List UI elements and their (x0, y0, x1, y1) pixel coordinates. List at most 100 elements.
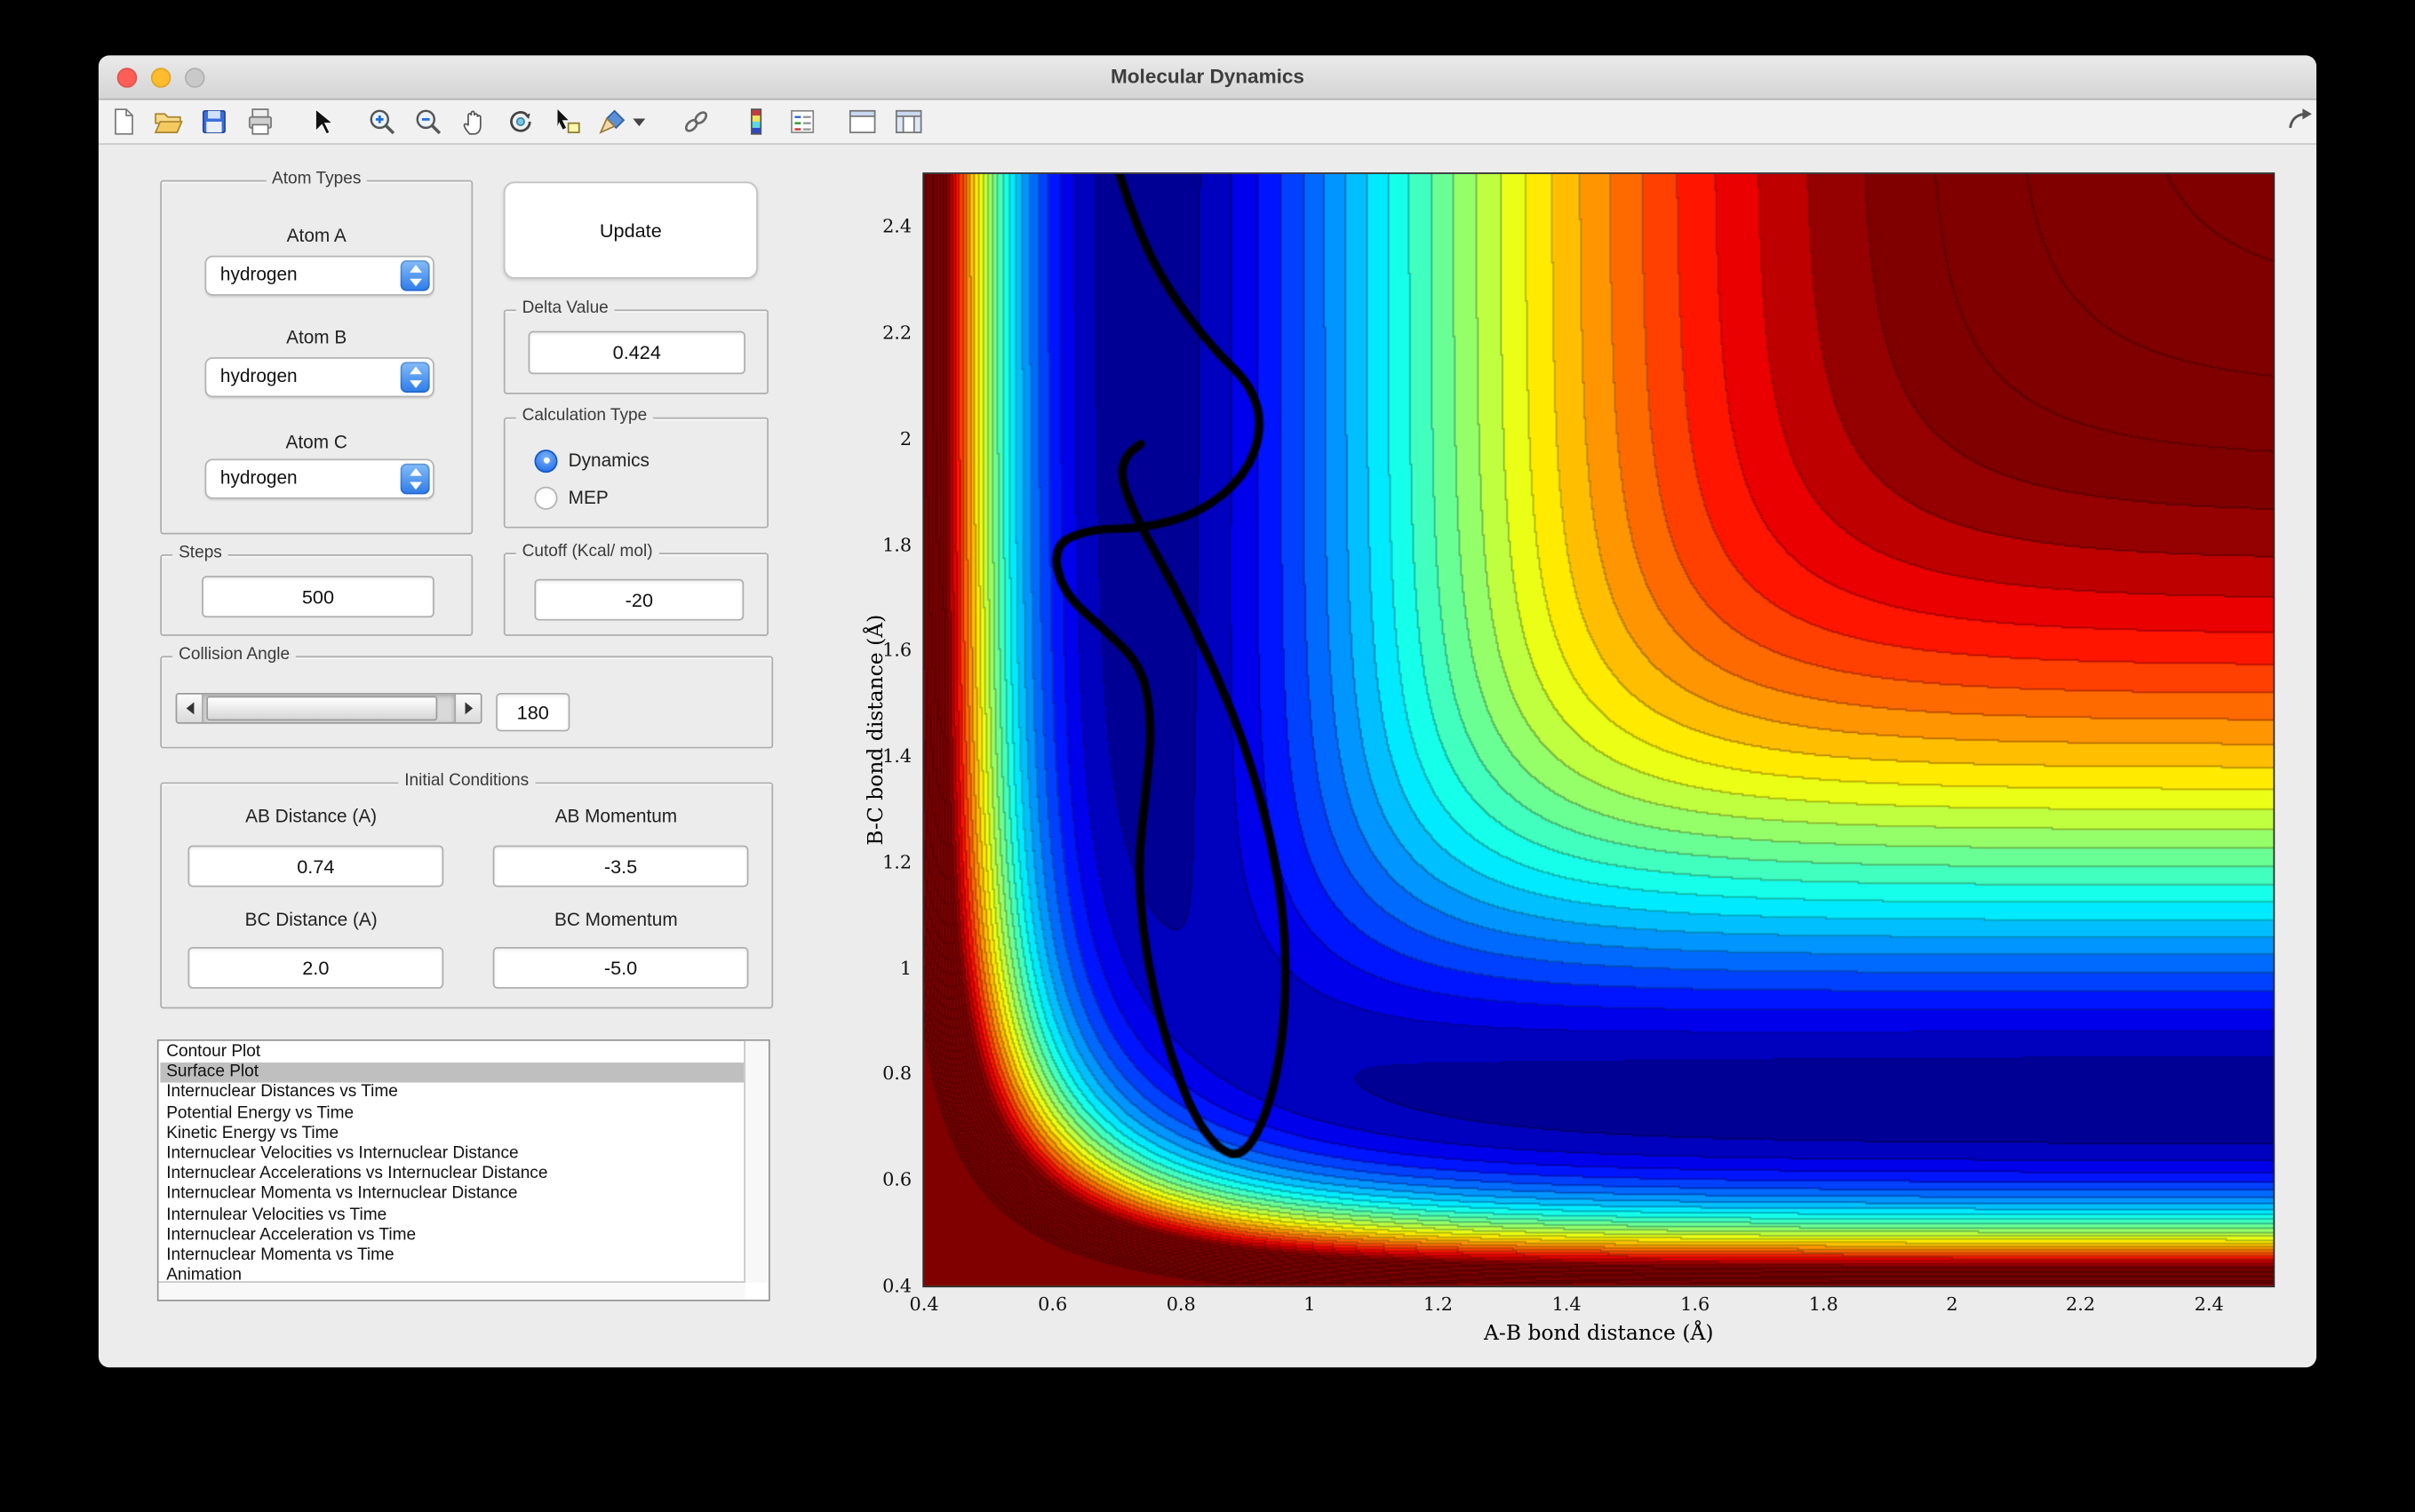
y-tick-label: 1 (844, 958, 912, 979)
radio-mep-label: MEP (569, 487, 609, 508)
calculation-type-title: Calculation Type (516, 407, 653, 426)
delta-value-title: Delta Value (516, 298, 615, 317)
atom-types-panel: Atom Types Atom A hydrogen Atom B hydrog… (160, 180, 473, 535)
list-item[interactable]: Internuclear Velocities vs Internuclear … (160, 1144, 744, 1165)
plot-type-listbox[interactable]: Contour Plot Surface Plot Internuclear D… (157, 1039, 770, 1301)
radio-mep[interactable]: MEP (534, 485, 608, 510)
pes-contour-plot-canvas[interactable] (924, 174, 2273, 1286)
popup-stepper-icon (401, 362, 430, 393)
radio-dynamics-icon[interactable] (534, 449, 557, 472)
ab-distance-field[interactable] (187, 846, 443, 887)
list-item[interactable]: Internuclear Momenta vs Internuclear Dis… (160, 1185, 744, 1206)
brush-icon[interactable] (596, 105, 630, 139)
dock-figure-icon[interactable] (2284, 105, 2316, 139)
screen-background: Molecular Dynamics (0, 0, 2415, 1512)
list-item[interactable]: Internuclear Momenta vs Time (160, 1245, 744, 1266)
y-tick-label: 2 (844, 428, 912, 450)
plot-type-list-items: Contour Plot Surface Plot Internuclear D… (160, 1043, 744, 1282)
show-plot-tools-icon[interactable] (892, 105, 926, 139)
hide-plot-tools-icon[interactable] (846, 105, 880, 139)
slider-right-arrow[interactable] (454, 695, 480, 722)
figure-toolbar (99, 100, 2316, 145)
radio-mep-icon[interactable] (534, 486, 557, 509)
atom-c-value: hydrogen (220, 466, 298, 488)
cutoff-panel: Cutoff (Kcal/ mol) (504, 553, 769, 636)
atom-a-dropdown[interactable]: hydrogen (205, 256, 434, 296)
list-item[interactable]: Internuclear Accelerations vs Internucle… (160, 1165, 744, 1185)
radio-dynamics[interactable]: Dynamics (534, 448, 649, 473)
bc-momentum-field[interactable] (493, 947, 749, 989)
popup-stepper-icon (401, 260, 430, 291)
x-tick-label: 1 (1303, 1293, 1315, 1315)
atom-a-value: hydrogen (220, 263, 298, 284)
stage: Molecular Dynamics (0, 0, 2415, 1512)
atom-b-label: Atom B (162, 326, 471, 347)
list-item[interactable]: Internuclear Distances vs Time (160, 1083, 744, 1103)
bc-momentum-label: BC Momentum (493, 909, 739, 930)
list-item[interactable]: Kinetic Energy vs Time (160, 1124, 744, 1144)
atom-b-dropdown[interactable]: hydrogen (205, 357, 434, 397)
titlebar[interactable]: Molecular Dynamics (99, 55, 2316, 99)
collision-angle-panel: Collision Angle (160, 656, 773, 748)
x-tick-label: 0.6 (1038, 1293, 1067, 1315)
link-plot-icon[interactable] (679, 105, 713, 139)
zoom-in-icon[interactable] (365, 105, 399, 139)
steps-field[interactable] (202, 576, 434, 617)
list-item[interactable]: Contour Plot (160, 1043, 744, 1063)
radio-dynamics-label: Dynamics (569, 450, 650, 471)
list-item[interactable]: Surface Plot (160, 1062, 744, 1083)
collision-angle-slider[interactable] (176, 693, 482, 724)
x-tick-label: 0.8 (1167, 1293, 1196, 1315)
slider-track[interactable] (203, 695, 455, 722)
cutoff-field[interactable] (534, 579, 744, 621)
collision-angle-title: Collision Angle (172, 645, 296, 664)
steps-panel: Steps (160, 554, 473, 636)
delta-value-panel: Delta Value (504, 309, 769, 394)
listbox-vertical-scrollbar[interactable] (744, 1041, 769, 1283)
window-title: Molecular Dynamics (99, 55, 2316, 99)
x-tick-label: 2 (1946, 1293, 1957, 1315)
zoom-out-icon[interactable] (411, 105, 445, 139)
x-tick-label: 0.4 (909, 1293, 938, 1315)
slider-thumb[interactable] (206, 696, 437, 720)
popup-stepper-icon (401, 464, 430, 495)
x-tick-label: 2.2 (2066, 1293, 2095, 1315)
collision-angle-field[interactable] (496, 693, 570, 731)
edit-plot-pointer-icon[interactable] (305, 105, 339, 139)
list-item[interactable]: Animation (160, 1266, 744, 1281)
insert-legend-icon[interactable] (785, 105, 819, 139)
insert-colorbar-icon[interactable] (739, 105, 773, 139)
ab-momentum-field[interactable] (493, 846, 749, 887)
delta-value-field[interactable] (529, 331, 745, 375)
rotate-3d-icon[interactable] (504, 105, 538, 139)
list-item[interactable]: Internulear Velocities vs Time (160, 1205, 744, 1225)
print-icon[interactable] (243, 105, 277, 139)
initial-conditions-title: Initial Conditions (398, 771, 535, 790)
y-tick-label: 0.4 (844, 1275, 912, 1296)
pan-hand-icon[interactable] (458, 105, 491, 139)
x-axis-ticks: 0.40.60.811.21.41.61.822.22.4 (924, 1293, 2273, 1318)
ab-momentum-label: AB Momentum (493, 806, 739, 827)
x-tick-label: 1.4 (1552, 1293, 1582, 1315)
listbox-horizontal-scrollbar[interactable] (159, 1281, 745, 1300)
cutoff-title: Cutoff (Kcal/ mol) (516, 542, 659, 561)
y-tick-label: 0.8 (844, 1063, 912, 1085)
initial-conditions-panel: Initial Conditions AB Distance (A) AB Mo… (160, 783, 773, 1009)
data-cursor-icon[interactable] (550, 105, 584, 139)
open-file-icon[interactable] (151, 105, 185, 139)
y-tick-label: 1.2 (844, 851, 912, 872)
bc-distance-field[interactable] (187, 947, 443, 989)
x-axis-label: A-B bond distance (Å) (1484, 1321, 1713, 1346)
atom-a-label: Atom A (162, 225, 471, 246)
brush-dropdown-icon[interactable] (633, 118, 645, 126)
list-item[interactable]: Potential Energy vs Time (160, 1103, 744, 1124)
list-item[interactable]: Internuclear Acceleration vs Time (160, 1225, 744, 1245)
bc-distance-label: BC Distance (A) (187, 909, 434, 930)
x-tick-label: 1.2 (1423, 1293, 1453, 1315)
update-button[interactable]: Update (504, 182, 758, 279)
slider-left-arrow[interactable] (177, 695, 203, 722)
atom-c-dropdown[interactable]: hydrogen (205, 459, 434, 499)
new-file-icon[interactable] (107, 105, 140, 139)
x-tick-label: 2.4 (2195, 1293, 2224, 1315)
save-icon[interactable] (197, 105, 231, 139)
